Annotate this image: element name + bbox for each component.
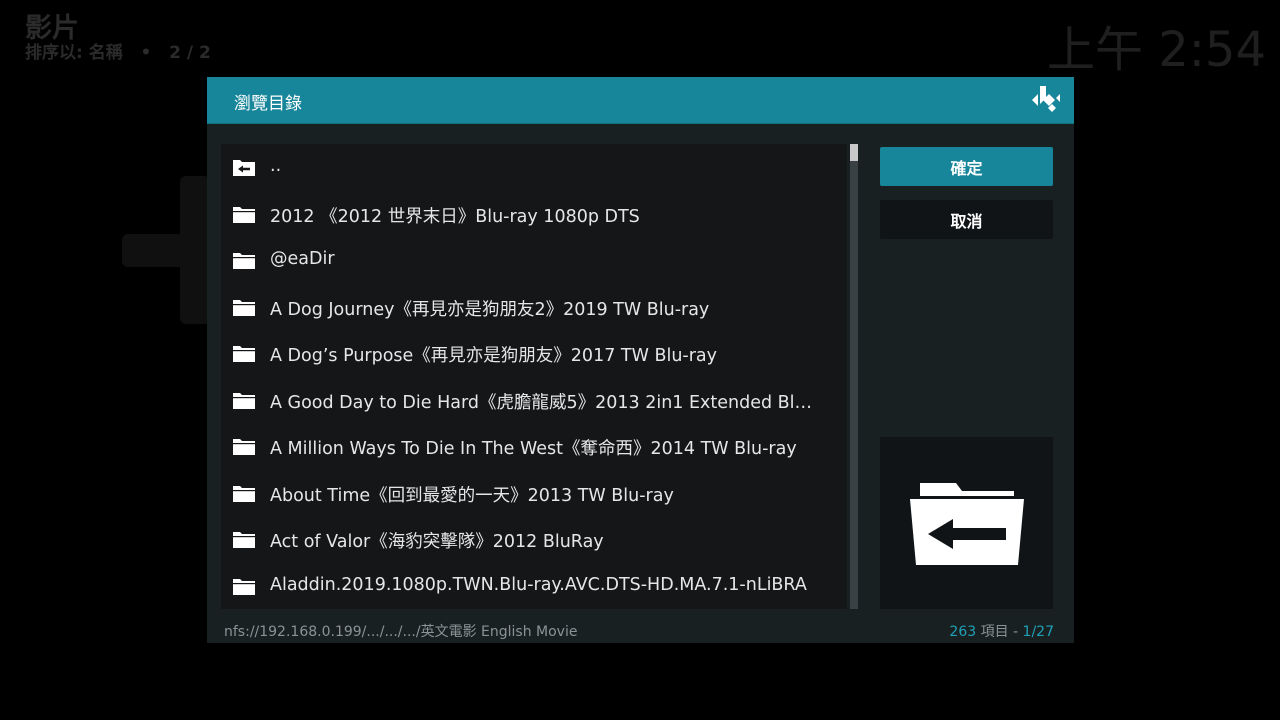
file-list[interactable]: .. 2012 《2012 世界末日》Blu-ray 1080p DTS @ea… [221, 144, 847, 609]
folder-icon [233, 439, 255, 455]
folder-icon [233, 206, 255, 223]
sort-label: 排序以: 名稱 [25, 43, 123, 63]
scrollbar[interactable] [850, 144, 858, 609]
folder-icon [233, 299, 255, 316]
folder-icon [233, 578, 255, 595]
folder-back-icon [233, 160, 255, 176]
kodi-logo-icon [1032, 86, 1060, 112]
ok-button[interactable]: 確定 [880, 147, 1053, 186]
browse-directory-dialog: 瀏覽目錄 .. 2012 《2012 世界末日》Blu-ray 1080p DT… [207, 77, 1074, 643]
dialog-header: 瀏覽目錄 [207, 77, 1074, 124]
folder-icon [233, 253, 255, 269]
list-item-label: .. [270, 156, 282, 176]
list-item-label: About Time《回到最愛的一天》2013 TW Blu-ray [270, 485, 674, 506]
clock: 上午 2:54 [1046, 22, 1266, 78]
list-item-label: A Million Ways To Die In The West《奪命西》20… [270, 439, 797, 459]
page-indicator: 2 / 2 [169, 43, 211, 63]
list-item-label: @eaDir [270, 249, 335, 269]
list-item[interactable]: @eaDir [221, 237, 847, 283]
list-item[interactable]: A Dog Journey《再見亦是狗朋友2》2019 TW Blu-ray [221, 284, 847, 330]
sort-info: 排序以: 名稱 • 2 / 2 [25, 38, 211, 63]
add-icon-horizontal [122, 234, 212, 267]
folder-icon [233, 392, 255, 409]
current-path: nfs://192.168.0.199/.../.../.../英文電影 Eng… [224, 624, 578, 640]
list-item[interactable]: 2012 《2012 世界末日》Blu-ray 1080p DTS [221, 191, 847, 237]
list-item-label: A Dog Journey《再見亦是狗朋友2》2019 TW Blu-ray [270, 299, 710, 320]
list-item-label: A Dog’s Purpose《再見亦是狗朋友》2017 TW Blu-ray [270, 346, 718, 366]
dialog-title: 瀏覽目錄 [234, 94, 302, 114]
list-item[interactable]: A Good Day to Die Hard《虎膽龍威5》2013 2in1 E… [221, 377, 847, 423]
list-item[interactable]: A Million Ways To Die In The West《奪命西》20… [221, 423, 847, 469]
preview-thumbnail [880, 437, 1053, 609]
folder-icon [233, 346, 255, 362]
list-item-parent[interactable]: .. [221, 144, 847, 190]
item-count-label: 項目 - [976, 624, 1023, 640]
list-item[interactable]: About Time《回到最愛的一天》2013 TW Blu-ray [221, 470, 847, 516]
list-item-label: A Good Day to Die Hard《虎膽龍威5》2013 2in1 E… [270, 392, 813, 413]
cancel-button[interactable]: 取消 [880, 200, 1053, 239]
sort-separator: • [140, 43, 152, 63]
scrollbar-thumb[interactable] [850, 144, 858, 161]
page-count: 1/27 [1022, 624, 1054, 640]
list-item-label: Act of Valor《海豹突擊隊》2012 BluRay [270, 532, 604, 552]
list-item[interactable]: Act of Valor《海豹突擊隊》2012 BluRay [221, 516, 847, 562]
folder-back-icon [910, 483, 1024, 565]
list-item[interactable]: A Dog’s Purpose《再見亦是狗朋友》2017 TW Blu-ray [221, 330, 847, 376]
item-count-number: 263 [949, 624, 977, 640]
list-item-label: 2012 《2012 世界末日》Blu-ray 1080p DTS [270, 206, 640, 227]
list-item[interactable]: Aladdin.2019.1080p.TWN.Blu-ray.AVC.DTS-H… [221, 563, 847, 609]
folder-icon [233, 532, 255, 548]
item-count: 263 項目 - 1/27 [949, 621, 1054, 641]
list-item-label: Aladdin.2019.1080p.TWN.Blu-ray.AVC.DTS-H… [270, 574, 807, 595]
folder-icon [233, 485, 255, 502]
